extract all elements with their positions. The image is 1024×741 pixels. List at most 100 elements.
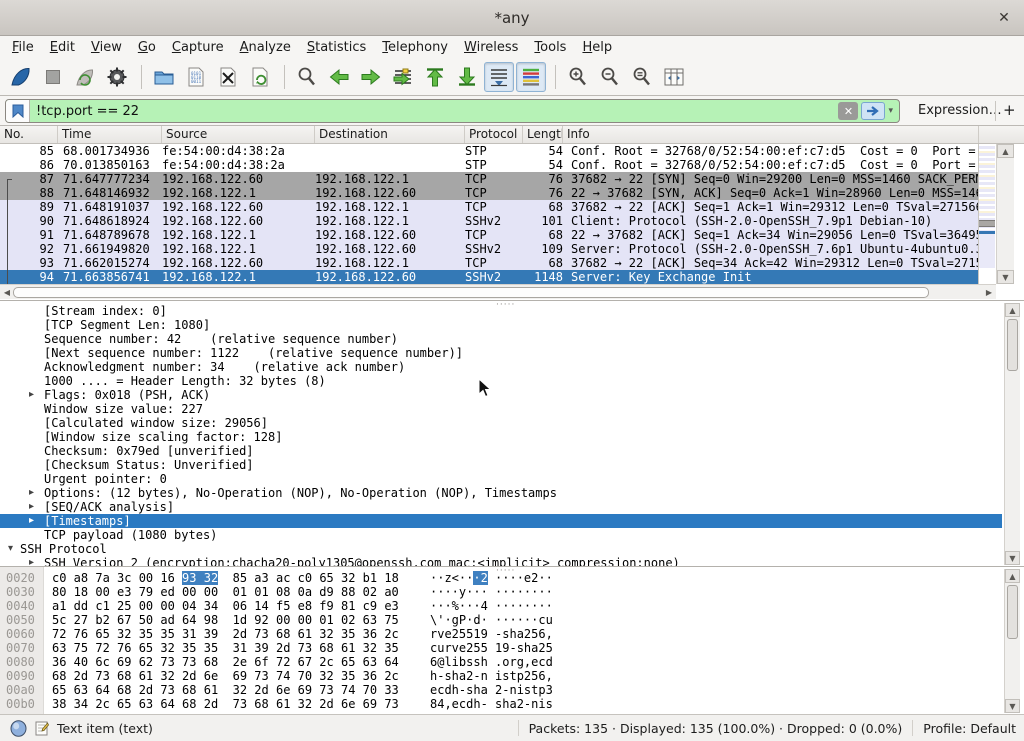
scroll-right-icon[interactable]: ▶ [983, 286, 995, 298]
hex-vscrollbar[interactable]: ▲ ▼ [1004, 569, 1020, 713]
colorize-button[interactable] [516, 62, 546, 92]
find-packet-button[interactable] [292, 62, 322, 92]
hex-row-00a0[interactable]: 00a065 63 64 68 2d 73 68 61 32 2d 6e 69 … [0, 683, 1002, 697]
scroll-up-icon[interactable]: ▲ [997, 144, 1014, 158]
detail-line[interactable]: ▸Flags: 0x018 (PSH, ACK) [0, 388, 1002, 402]
zoom-reset-button[interactable] [627, 62, 657, 92]
packet-row-91[interactable]: 9171.648789678192.168.122.1192.168.122.6… [0, 228, 978, 242]
capture-comment-icon[interactable] [35, 720, 49, 736]
detail-line[interactable]: ▸[Timestamps] [0, 514, 1002, 528]
scroll-up-icon[interactable]: ▲ [1005, 303, 1020, 317]
column-header-length[interactable]: Length [523, 126, 563, 143]
detail-line[interactable]: [Calculated window size: 29056] [0, 416, 1002, 430]
go-forward-button[interactable] [356, 62, 386, 92]
hex-row-0070[interactable]: 007063 75 72 76 65 32 35 35 31 39 2d 73 … [0, 641, 1002, 655]
display-filter-input[interactable] [30, 104, 838, 119]
hex-row-0020[interactable]: 0020c0 a8 7a 3c 00 16 93 32 85 a3 ac c0 … [0, 571, 1002, 585]
display-filter-box[interactable]: ✕ ▾ [5, 99, 900, 123]
hex-rows[interactable]: 0020c0 a8 7a 3c 00 16 93 32 85 a3 ac c0 … [0, 571, 1002, 711]
restart-capture-button[interactable] [70, 62, 100, 92]
packet-list-minimap-scrollbar[interactable] [978, 144, 995, 284]
go-back-button[interactable] [324, 62, 354, 92]
open-file-button[interactable] [149, 62, 179, 92]
filter-clear-button[interactable]: ✕ [838, 102, 858, 120]
go-first-packet-button[interactable] [420, 62, 450, 92]
detail-line[interactable]: Acknowledgment number: 34 (relative ack … [0, 360, 1002, 374]
zoom-out-button[interactable] [595, 62, 625, 92]
menu-item-capture[interactable]: Capture [164, 38, 232, 57]
menu-item-view[interactable]: View [83, 38, 130, 57]
close-file-button[interactable] [213, 62, 243, 92]
hex-scroll-thumb[interactable] [1007, 585, 1018, 639]
stop-capture-button[interactable] [38, 62, 68, 92]
auto-scroll-button[interactable] [484, 62, 514, 92]
hex-row-0040[interactable]: 0040a1 dd c1 25 00 00 04 34 06 14 f5 e8 … [0, 599, 1002, 613]
detail-line[interactable]: Urgent pointer: 0 [0, 472, 1002, 486]
collapse-icon[interactable]: ▾ [8, 542, 13, 556]
detail-line[interactable]: Window size value: 227 [0, 402, 1002, 416]
scroll-down-icon[interactable]: ▼ [1005, 551, 1020, 565]
detail-line[interactable]: Sequence number: 42 (relative sequence n… [0, 332, 1002, 346]
go-to-packet-button[interactable] [388, 62, 418, 92]
packet-row-92[interactable]: 9271.661949820192.168.122.1192.168.122.6… [0, 242, 978, 256]
detail-line[interactable]: 1000 .... = Header Length: 32 bytes (8) [0, 374, 1002, 388]
detail-line[interactable]: [Next sequence number: 1122 (relative se… [0, 346, 1002, 360]
zoom-in-button[interactable] [563, 62, 593, 92]
detail-line[interactable]: ▸[SEQ/ACK analysis] [0, 500, 1002, 514]
go-last-packet-button[interactable] [452, 62, 482, 92]
close-icon[interactable]: ✕ [994, 8, 1014, 28]
expert-info-icon[interactable] [10, 720, 27, 737]
filter-history-caret[interactable]: ▾ [888, 106, 893, 116]
scroll-up-icon[interactable]: ▲ [1005, 569, 1020, 583]
column-header-destination[interactable]: Destination [315, 126, 465, 143]
menu-item-wireless[interactable]: Wireless [456, 38, 526, 57]
detail-line[interactable]: [Window size scaling factor: 128] [0, 430, 1002, 444]
start-capture-button[interactable] [6, 62, 36, 92]
packet-row-93[interactable]: 9371.662015274192.168.122.60192.168.122.… [0, 256, 978, 270]
menu-item-statistics[interactable]: Statistics [299, 38, 374, 57]
menu-item-go[interactable]: Go [130, 38, 164, 57]
expand-icon[interactable]: ▸ [29, 388, 34, 402]
minimap-thumb[interactable] [979, 220, 995, 227]
expand-icon[interactable]: ▸ [29, 556, 34, 566]
save-file-button[interactable]: 010101100011 [181, 62, 211, 92]
scroll-down-icon[interactable]: ▼ [997, 270, 1014, 284]
packet-list-vscrollbar[interactable]: ▲ ▼ [996, 144, 1014, 284]
column-header-info[interactable]: Info [563, 126, 979, 143]
filter-bookmark-button[interactable] [6, 100, 30, 122]
packet-row-85[interactable]: 8568.001734936fe:54:00:d4:38:2aSTP54Conf… [0, 144, 978, 158]
detail-line[interactable]: [TCP Segment Len: 1080] [0, 318, 1002, 332]
packet-list-hscrollbar[interactable]: ◀ ▶ [0, 284, 996, 299]
packet-list-header[interactable]: No.TimeSourceDestinationProtocolLengthIn… [0, 126, 1024, 144]
menu-item-analyze[interactable]: Analyze [232, 38, 299, 57]
add-filter-button[interactable]: + [1003, 101, 1016, 119]
column-header-no[interactable]: No. [0, 126, 58, 143]
packet-row-94[interactable]: 9471.663856741192.168.122.1192.168.122.6… [0, 270, 978, 284]
hex-row-0090[interactable]: 009068 2d 73 68 61 32 2d 6e 69 73 74 70 … [0, 669, 1002, 683]
scroll-down-icon[interactable]: ▼ [1005, 699, 1020, 713]
menu-item-telephony[interactable]: Telephony [374, 38, 456, 57]
packet-row-87[interactable]: 8771.647777234192.168.122.60192.168.122.… [0, 172, 978, 186]
filter-apply-button[interactable] [861, 102, 885, 120]
column-header-protocol[interactable]: Protocol [465, 126, 523, 143]
packet-row-90[interactable]: 9071.648618924192.168.122.60192.168.122.… [0, 214, 978, 228]
detail-line[interactable]: Checksum: 0x79ed [unverified] [0, 444, 1002, 458]
expand-icon[interactable]: ▸ [29, 486, 34, 500]
menu-item-tools[interactable]: Tools [526, 38, 574, 57]
hex-row-00b0[interactable]: 00b038 34 2c 65 63 64 68 2d 73 68 61 32 … [0, 697, 1002, 711]
packet-row-89[interactable]: 8971.648191037192.168.122.60192.168.122.… [0, 200, 978, 214]
detail-line[interactable]: ▸SSH Version 2 (encryption:chacha20-poly… [0, 556, 1002, 566]
column-header-source[interactable]: Source [162, 126, 315, 143]
resize-columns-button[interactable] [659, 62, 689, 92]
menu-item-edit[interactable]: Edit [42, 38, 83, 57]
hex-row-0050[interactable]: 00505c 27 b2 67 50 ad 64 98 1d 92 00 00 … [0, 613, 1002, 627]
profile-text[interactable]: Profile: Default [923, 721, 1016, 736]
details-vscrollbar[interactable]: ▲ ▼ [1004, 303, 1020, 565]
hscroll-thumb[interactable] [13, 287, 929, 298]
detail-line[interactable]: [Stream index: 0] [0, 304, 1002, 318]
hex-row-0060[interactable]: 006072 76 65 32 35 35 31 39 2d 73 68 61 … [0, 627, 1002, 641]
packet-row-88[interactable]: 8871.648146932192.168.122.1192.168.122.6… [0, 186, 978, 200]
reload-file-button[interactable] [245, 62, 275, 92]
hex-row-0030[interactable]: 003080 18 00 e3 79 ed 00 00 01 01 08 0a … [0, 585, 1002, 599]
expand-icon[interactable]: ▸ [29, 514, 34, 528]
